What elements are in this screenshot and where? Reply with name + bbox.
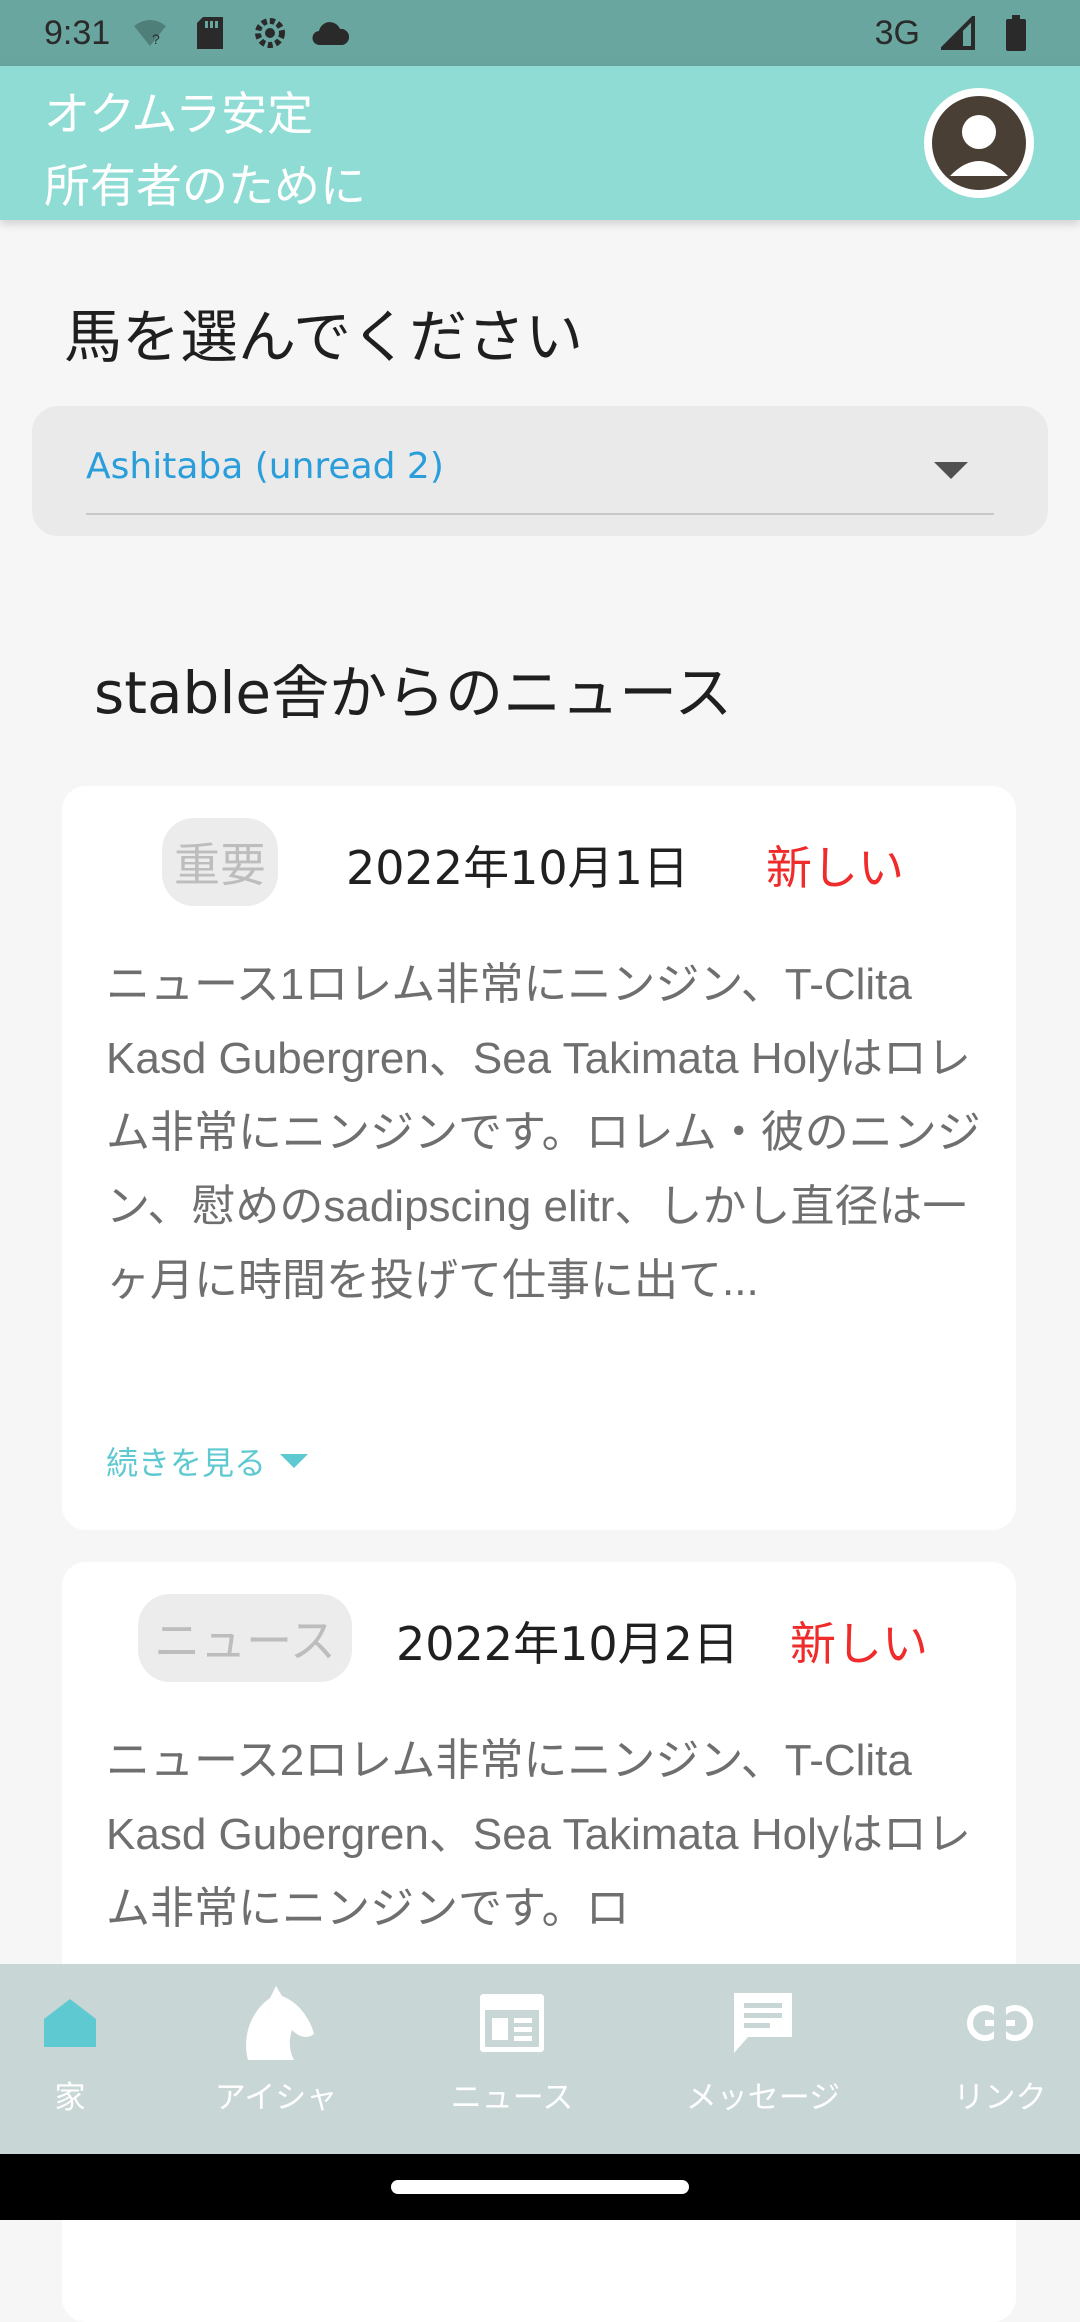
nav-item-news[interactable]: ニュース [404,1986,620,2117]
news-date: 2022年10月2日 [396,1617,739,1671]
news-tag-badge: 重要 [162,818,278,906]
signal-icon [938,13,978,53]
news-new-label: 新しい [790,1617,928,1671]
news-body: ニュース2ロレム非常にニンジン、T-Clita Kasd Gubergren、S… [106,1736,971,1933]
nav-label: 家 [54,2080,86,2116]
nav-item-home[interactable]: 家 [0,1986,178,2117]
nav-label: メッセージ [685,2080,841,2116]
profile-avatar-button[interactable] [924,88,1034,198]
sd-card-icon [190,13,230,53]
news-card[interactable]: 重要 2022年10月1日 新しい ニュース1ロレム非常にニンジン、T-Clit… [62,786,1016,1530]
network-type: 3G [874,13,920,52]
status-bar: 9:31 ? 3G [0,0,1080,66]
chevron-down-icon[interactable] [280,1454,309,1468]
newspaper-icon [404,1986,620,2060]
app-title-line2: 所有者のために [44,159,366,213]
select-horse-title: 馬を選んでください [64,303,584,371]
home-gesture-handle[interactable] [391,2180,689,2194]
bottom-navigation: 家 アイシャ ニュース メッセージ リンク [0,1964,1080,2154]
news-tag-badge: ニュース [138,1594,352,1682]
message-icon [655,1986,871,2060]
app-title-line1: オクムラ安定 [44,87,314,141]
cloud-icon [310,13,350,53]
wifi-icon: ? [130,13,170,53]
news-new-label: 新しい [766,841,904,895]
nav-item-horse[interactable]: アイシャ [168,1986,384,2117]
link-icon [892,1986,1080,2060]
read-more-label[interactable]: 続きを見る [106,1438,266,1484]
horse-icon [168,1986,384,2060]
horse-dropdown-value[interactable]: Ashitaba (unread 2) [86,446,444,487]
battery-icon [996,13,1036,53]
svg-text:?: ? [152,31,160,47]
nav-item-messages[interactable]: メッセージ [655,1986,871,2117]
system-navigation-bar [0,2154,1080,2220]
app-bar: オクムラ安定 所有者のために [0,66,1080,220]
news-section-title: stable舎からのニュース [94,659,733,727]
read-more-link[interactable]: 続きを見る [106,1438,309,1484]
person-icon [932,96,1026,190]
nav-label: リンク [953,2080,1047,2116]
news-date: 2022年10月1日 [346,841,689,895]
home-icon [0,1986,178,2060]
news-body: ニュース1ロレム非常にニンジン、T-Clita Kasd Gubergren、S… [106,960,981,1305]
dropdown-arrow-icon[interactable] [934,462,968,479]
status-time: 9:31 [44,13,111,52]
nav-label: アイシャ [214,2080,338,2116]
nav-item-links[interactable]: リンク [892,1986,1080,2117]
settings-icon [250,13,290,53]
nav-label: ニュース [450,2080,574,2116]
dropdown-underline [86,513,994,515]
